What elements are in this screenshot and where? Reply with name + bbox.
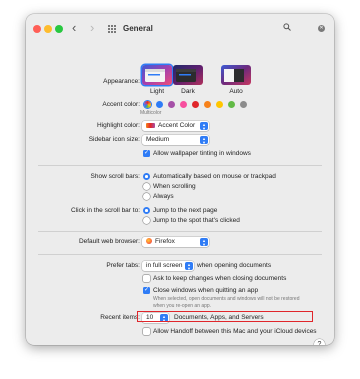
ask-keep-changes-checkbox[interactable] bbox=[143, 275, 150, 282]
wallpaper-tinting-checkbox[interactable]: ✓ bbox=[143, 150, 150, 157]
accent-yellow-swatch[interactable] bbox=[216, 101, 223, 108]
appearance-label: Appearance: bbox=[103, 78, 140, 85]
prefer-tabs-suffix: when opening documents bbox=[197, 262, 272, 269]
scroll-bars-automatic-label: Automatically based on mouse or trackpad bbox=[153, 173, 276, 180]
appearance-light-thumbnail[interactable] bbox=[142, 65, 172, 85]
appearance-auto-thumbnail[interactable] bbox=[221, 65, 251, 85]
scroll-bars-when-scrolling-radio[interactable] bbox=[143, 183, 150, 190]
back-chevron-icon[interactable]: ‹ bbox=[72, 21, 76, 35]
popup-arrows-icon: ▴ ▾ bbox=[200, 136, 208, 144]
show-scroll-bars-label: Show scroll bars: bbox=[90, 173, 141, 180]
jump-next-page-radio[interactable] bbox=[143, 207, 150, 214]
window-title: General bbox=[123, 24, 153, 33]
divider bbox=[38, 165, 322, 166]
appearance-auto-caption: Auto bbox=[229, 88, 243, 95]
accent-red-swatch[interactable] bbox=[192, 101, 199, 108]
recent-items-label: Recent items: bbox=[100, 314, 140, 321]
accent-caption: Multicolor bbox=[140, 110, 162, 116]
close-windows-label: Close windows when quitting an app bbox=[153, 287, 259, 294]
search-icon[interactable] bbox=[283, 23, 291, 31]
default-browser-popup[interactable]: Firefox ▴ ▾ bbox=[142, 237, 209, 247]
close-windows-note-2: when you re-open an app. bbox=[153, 303, 212, 309]
wallpaper-tinting-label: Allow wallpaper tinting in windows bbox=[153, 150, 251, 157]
default-browser-value: Firefox bbox=[155, 238, 175, 245]
divider bbox=[38, 231, 322, 232]
minimize-window-button[interactable] bbox=[44, 25, 52, 33]
popup-arrows-icon: ▴ ▾ bbox=[200, 122, 208, 130]
accent-graphite-swatch[interactable] bbox=[240, 101, 247, 108]
appearance-light-caption: Light bbox=[149, 88, 165, 95]
forward-chevron-icon[interactable]: › bbox=[90, 21, 94, 35]
handoff-label: Allow Handoff between this Mac and your … bbox=[153, 328, 317, 335]
scroll-bars-automatic-radio[interactable] bbox=[143, 173, 150, 180]
accent-multicolor-swatch[interactable] bbox=[144, 101, 151, 108]
accent-blue-swatch[interactable] bbox=[156, 101, 163, 108]
ask-keep-changes-label: Ask to keep changes when closing documen… bbox=[153, 275, 287, 282]
sidebar-icon-size-label: Sidebar icon size: bbox=[88, 136, 140, 143]
default-browser-label: Default web browser: bbox=[78, 238, 140, 245]
appearance-dark-thumbnail[interactable] bbox=[173, 65, 203, 85]
title-bar: ‹ › General ✕ bbox=[26, 14, 334, 43]
accent-green-swatch[interactable] bbox=[228, 101, 235, 108]
click-scroll-bar-label: Click in the scroll bar to: bbox=[71, 207, 140, 214]
highlight-swatch-icon bbox=[146, 122, 155, 128]
close-windows-checkbox[interactable]: ✓ bbox=[143, 287, 150, 294]
jump-to-spot-radio[interactable] bbox=[143, 217, 150, 224]
accent-purple-swatch[interactable] bbox=[168, 101, 175, 108]
preferences-window: ‹ › General ✕ Appearance: Light Dark Aut… bbox=[26, 14, 334, 345]
popup-arrows-icon: ▴ ▾ bbox=[185, 262, 193, 270]
highlight-color-value: Accent Color bbox=[158, 122, 196, 129]
clear-search-icon[interactable]: ✕ bbox=[318, 25, 325, 32]
divider bbox=[38, 254, 322, 255]
prefer-tabs-label: Prefer tabs: bbox=[106, 262, 140, 269]
jump-to-spot-label: Jump to the spot that's clicked bbox=[153, 217, 240, 224]
show-all-grid-icon[interactable] bbox=[108, 25, 116, 33]
close-window-button[interactable] bbox=[33, 25, 41, 33]
highlight-color-label: Highlight color: bbox=[97, 122, 140, 129]
sidebar-icon-size-popup[interactable]: Medium ▴ ▾ bbox=[142, 135, 209, 145]
sidebar-icon-size-value: Medium bbox=[146, 136, 170, 143]
appearance-dark-caption: Dark bbox=[181, 88, 195, 95]
accent-orange-swatch[interactable] bbox=[204, 101, 211, 108]
prefer-tabs-value: in full screen bbox=[146, 262, 183, 269]
scroll-bars-always-radio[interactable] bbox=[143, 193, 150, 200]
prefer-tabs-popup[interactable]: in full screen ▴ ▾ bbox=[142, 261, 194, 271]
help-button[interactable]: ? bbox=[314, 339, 325, 345]
handoff-checkbox[interactable] bbox=[143, 328, 150, 335]
scroll-bars-always-label: Always bbox=[153, 193, 174, 200]
accent-color-label: Accent color: bbox=[102, 101, 140, 108]
zoom-window-button[interactable] bbox=[55, 25, 63, 33]
highlight-annotation-box bbox=[137, 311, 313, 322]
firefox-icon bbox=[146, 238, 152, 245]
accent-pink-swatch[interactable] bbox=[180, 101, 187, 108]
close-windows-note-1: When selected, open documents and window… bbox=[153, 296, 300, 302]
scroll-bars-when-scrolling-label: When scrolling bbox=[153, 183, 196, 190]
jump-next-page-label: Jump to the next page bbox=[153, 207, 218, 214]
highlight-color-popup[interactable]: Accent Color ▴ ▾ bbox=[142, 121, 209, 131]
popup-arrows-icon: ▴ ▾ bbox=[200, 238, 208, 246]
